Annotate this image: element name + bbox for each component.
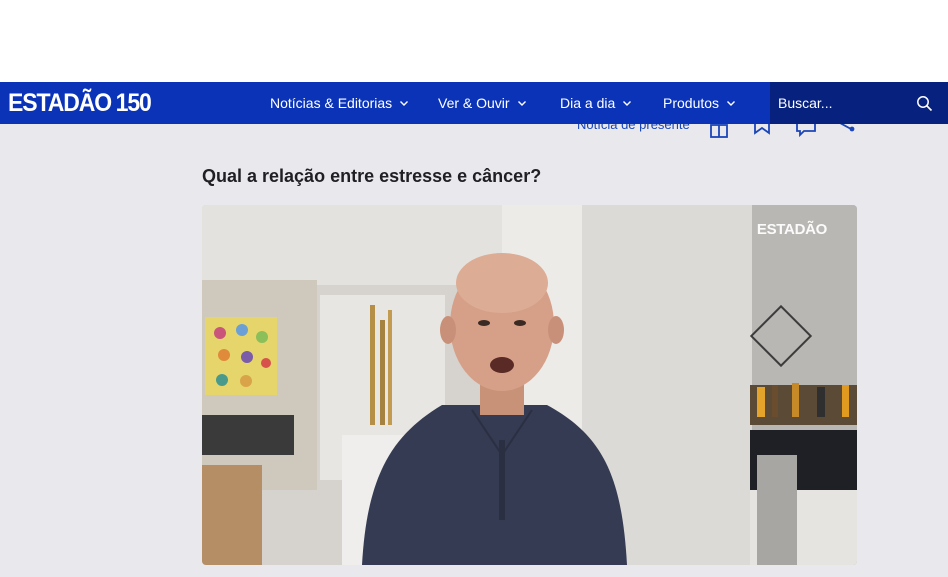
search-icon[interactable]	[914, 93, 934, 113]
top-whitespace	[0, 0, 948, 82]
nav-item-produtos[interactable]: Produtos	[663, 82, 736, 124]
chevron-down-icon	[622, 98, 632, 108]
nav-item-label: Notícias & Editorias	[270, 95, 393, 111]
logo-text: ESTADÃO	[8, 88, 112, 117]
chevron-down-icon	[517, 98, 527, 108]
nav-item-label: Ver & Ouvir	[438, 95, 510, 111]
video-watermark: ESTADÃO	[756, 221, 827, 238]
chevron-down-icon	[399, 98, 409, 108]
nav-item-noticias-editorias[interactable]: Notícias & Editorias	[270, 82, 409, 124]
article-headline: Qual a relação entre estresse e câncer?	[202, 166, 542, 186]
main-navbar: ESTADÃO 150 Notícias & Editorias Ver & O…	[0, 82, 948, 124]
share-icon[interactable]	[836, 124, 858, 138]
gift-article-link[interactable]: Notícia de presente	[577, 124, 690, 132]
bamboo-decor	[370, 305, 392, 425]
comment-icon[interactable]	[795, 124, 817, 138]
nav-item-dia-a-dia[interactable]: Dia a dia	[560, 82, 632, 124]
article-actions: Notícia de presente	[570, 124, 870, 138]
video-player[interactable]: ESTADÃO	[202, 205, 857, 565]
search-box	[770, 82, 948, 124]
logo-number: 150	[115, 88, 152, 117]
nav-item-label: Produtos	[663, 95, 720, 111]
nav-item-ver-ouvir[interactable]: Ver & Ouvir	[438, 82, 527, 124]
gift-icon[interactable]	[708, 124, 730, 138]
estadao-logo[interactable]: ESTADÃO 150	[8, 88, 152, 117]
chevron-down-icon	[726, 98, 736, 108]
nav-item-label: Dia a dia	[560, 95, 616, 111]
search-input[interactable]	[778, 91, 908, 115]
bookmark-icon[interactable]	[751, 124, 773, 138]
wall-painting	[205, 317, 277, 395]
video-frame	[202, 205, 857, 565]
